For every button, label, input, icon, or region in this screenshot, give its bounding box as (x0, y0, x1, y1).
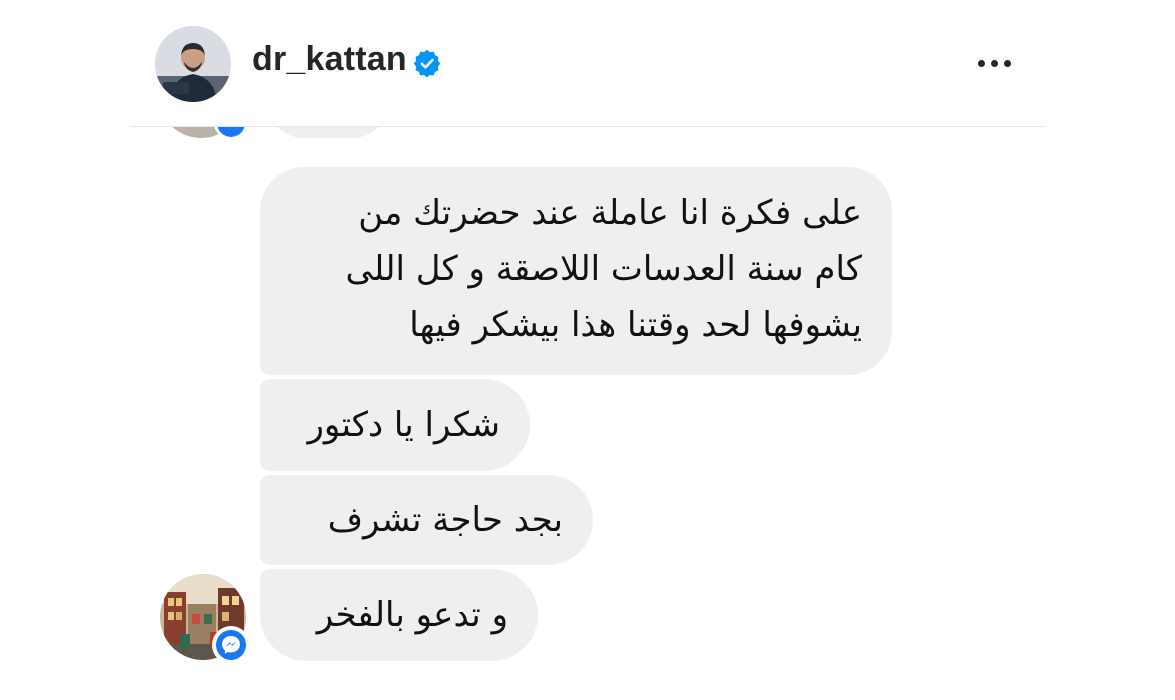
more-horizontal-icon (977, 59, 985, 67)
post-header: dr_kattan (130, 0, 1045, 127)
profile-photo (155, 26, 231, 102)
more-options-button[interactable] (972, 48, 1016, 78)
messenger-icon (212, 626, 250, 664)
message-bubble[interactable]: على فكرة انا عاملة عند حضرتك من كام سنة … (260, 167, 892, 375)
message-bubble[interactable]: و تدعو بالفخر (260, 569, 538, 661)
username[interactable]: dr_kattan (252, 40, 407, 79)
verified-badge-icon (413, 49, 441, 77)
profile-avatar[interactable] (155, 26, 231, 102)
conversation-screen: dr_kattan على فكرة انا عاملة عند حضرتك م… (0, 0, 1175, 700)
message-bubble[interactable]: شكرا يا دكتور (260, 379, 530, 471)
message-bubble[interactable]: بجد حاجة تشرف (260, 475, 593, 565)
